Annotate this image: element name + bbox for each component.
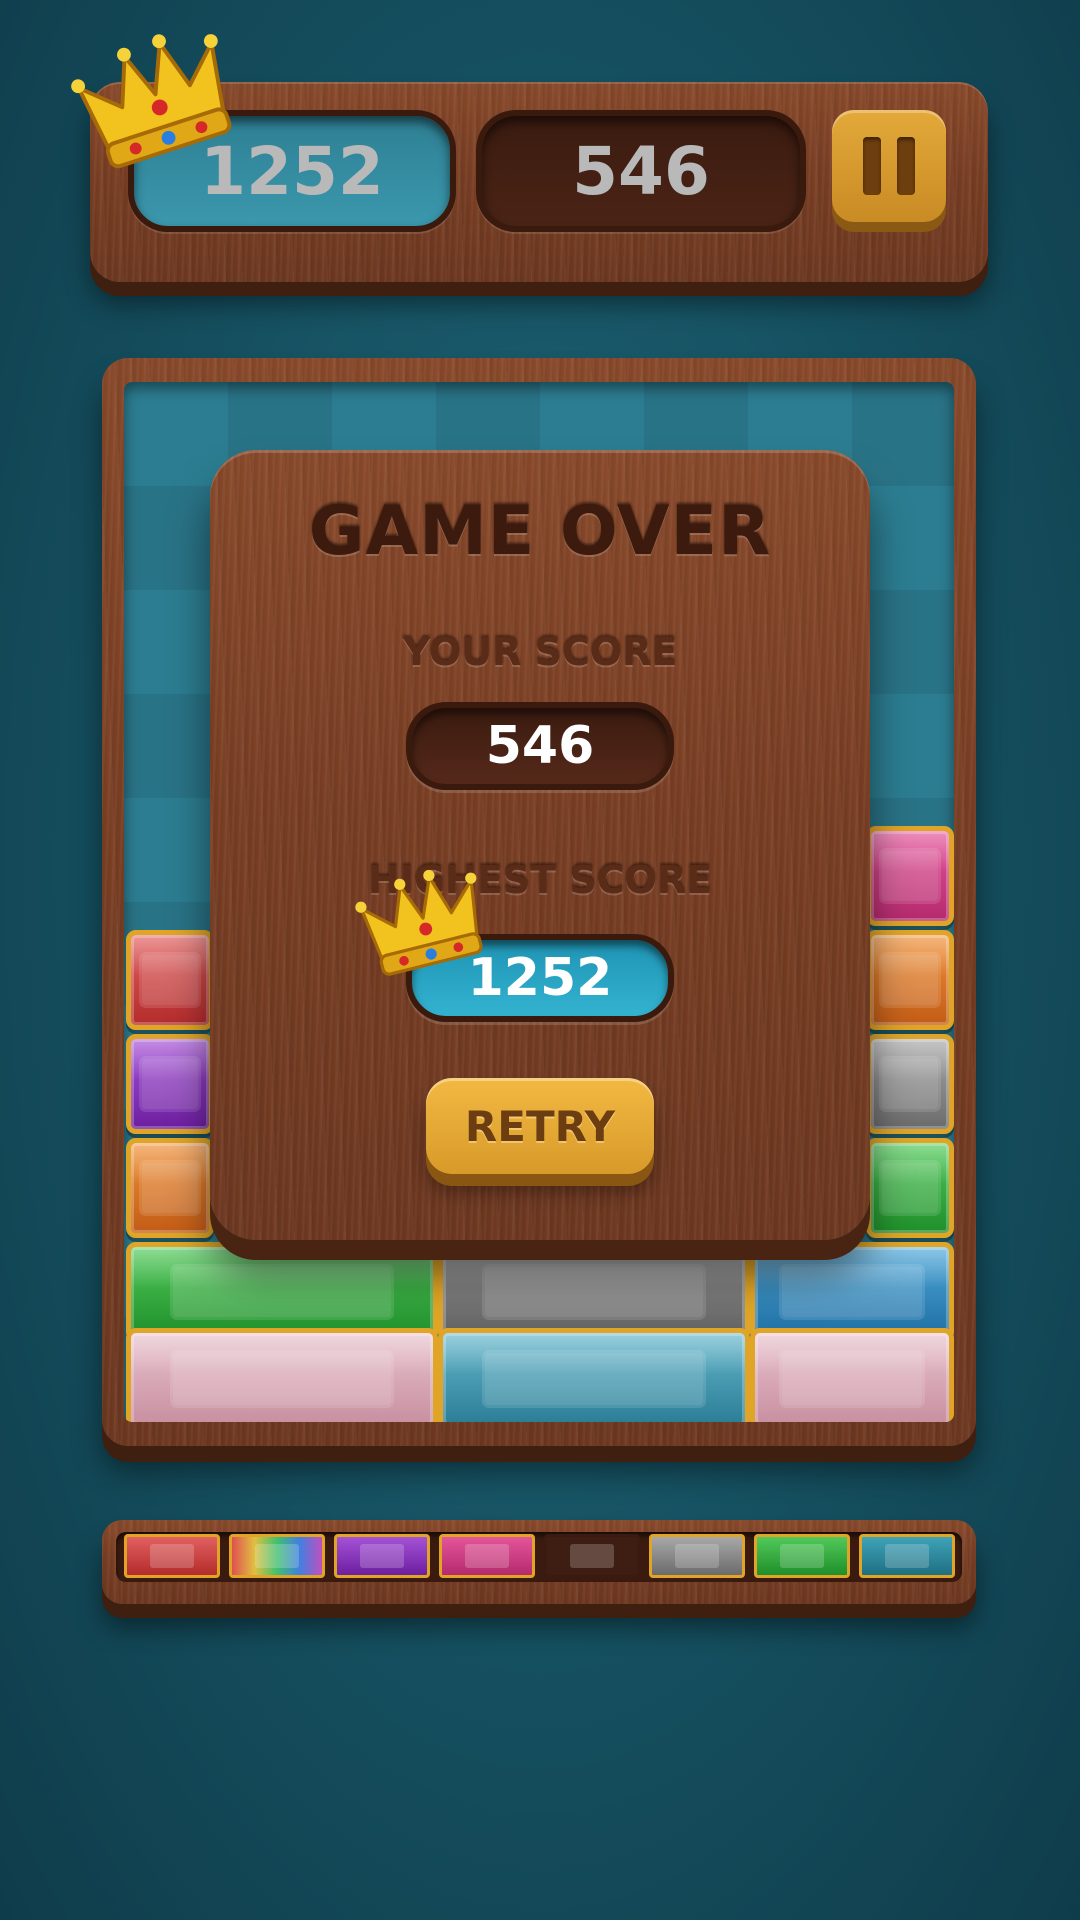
gem-block[interactable]	[438, 1242, 750, 1342]
your-score-label: YOUR SCORE	[402, 630, 678, 674]
pause-icon-bar	[897, 137, 915, 195]
tray-gem	[124, 1534, 220, 1578]
retry-button[interactable]: RETRY	[426, 1078, 654, 1174]
gem-block[interactable]	[126, 1242, 438, 1342]
tray-gem	[859, 1534, 955, 1578]
tray-empty-slot	[544, 1534, 640, 1578]
gem-block[interactable]	[126, 930, 214, 1030]
gem-block[interactable]	[126, 1328, 438, 1422]
highest-score-label: HIGHEST SCORE	[367, 858, 713, 902]
tray-gem	[754, 1534, 850, 1578]
game-over-dialog: GAME OVER YOUR SCORE 546 HIGHEST SCORE 1…	[210, 450, 870, 1240]
game-over-title: GAME OVER	[308, 492, 772, 571]
pause-icon	[863, 137, 881, 195]
your-score-display: 546	[406, 702, 674, 790]
current-score-value: 546	[572, 132, 710, 210]
tray-gem	[649, 1534, 745, 1578]
next-row-slots	[116, 1532, 962, 1582]
next-row-tray	[102, 1520, 976, 1604]
current-score-display: 546	[476, 110, 806, 232]
gem-block[interactable]	[438, 1328, 750, 1422]
gem-block[interactable]	[866, 930, 954, 1030]
gem-block[interactable]	[750, 1242, 954, 1342]
tray-gem	[439, 1534, 535, 1578]
gem-block[interactable]	[750, 1328, 954, 1422]
retry-label: RETRY	[464, 1101, 616, 1151]
tray-gem	[334, 1534, 430, 1578]
gem-block[interactable]	[866, 1034, 954, 1134]
gem-block[interactable]	[866, 1138, 954, 1238]
gem-block[interactable]	[866, 826, 954, 926]
gem-block[interactable]	[126, 1138, 214, 1238]
tray-gem	[229, 1534, 325, 1578]
gem-block[interactable]	[126, 1034, 214, 1134]
pause-button[interactable]	[832, 110, 946, 222]
your-score-value: 546	[485, 716, 595, 776]
